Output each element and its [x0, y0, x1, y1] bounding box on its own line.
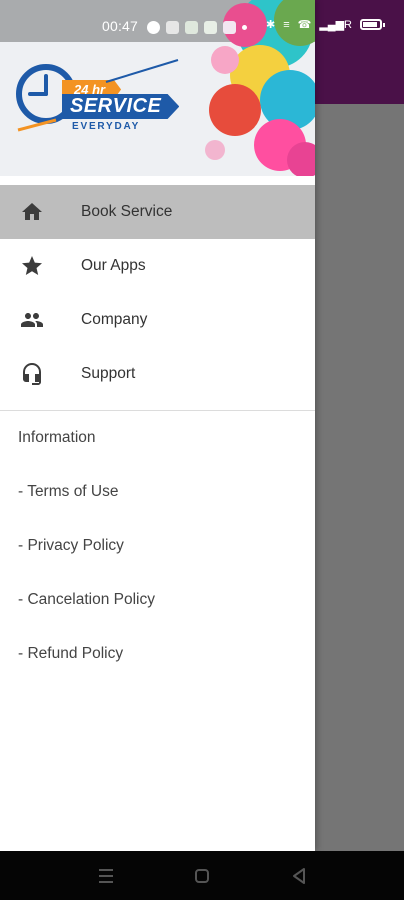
system-icons: ✱ ≡ ☎ ▂▄▆R [265, 18, 385, 31]
status-bar: 00:47 ✱ ≡ ☎ ▂▄▆R [0, 0, 404, 42]
home-button-icon[interactable] [191, 865, 213, 887]
vibrate-icon: ≡ [283, 18, 290, 31]
star-icon [22, 256, 42, 275]
menu-item-label: Support [81, 365, 136, 382]
system-navigation-bar [0, 851, 404, 900]
information-heading: Information [18, 429, 96, 446]
logo-swoosh [105, 59, 179, 83]
recent-apps-icon[interactable] [95, 865, 117, 887]
menu-item-support[interactable]: Support [0, 347, 315, 401]
service-logo: 24 hr SERVICE EVERYDAY [16, 54, 186, 146]
menu-item-company[interactable]: Company [0, 293, 315, 347]
signal-label: R [344, 19, 352, 31]
link-refund-policy[interactable]: - Refund Policy [18, 627, 308, 681]
menu-item-label: Company [81, 311, 148, 328]
link-terms-of-use[interactable]: - Terms of Use [18, 465, 308, 519]
call-icon: ☎ [297, 19, 312, 31]
logo-title: SERVICE [62, 94, 180, 119]
menu-item-book-service[interactable]: Book Service [0, 185, 315, 239]
status-time: 00:47 [102, 18, 139, 34]
home-icon [22, 203, 42, 220]
chat-notification-icon [166, 20, 179, 34]
navigation-drawer: 24 hr SERVICE EVERYDAY Book Service Our … [0, 0, 315, 851]
menu-item-label: Book Service [81, 203, 173, 220]
more-dot-icon [242, 24, 247, 30]
link-cancelation-policy[interactable]: - Cancelation Policy [18, 573, 308, 627]
bluetooth-icon: ✱ [265, 19, 276, 31]
link-privacy-policy[interactable]: - Privacy Policy [18, 519, 308, 573]
menu-item-label: Our Apps [81, 257, 146, 274]
menu-item-our-apps[interactable]: Our Apps [0, 239, 315, 293]
logo-tagline: EVERYDAY [72, 121, 141, 132]
battery-icon [360, 19, 385, 30]
message-notification-icon [185, 20, 198, 34]
headset-icon [23, 363, 41, 385]
signal-icon: ▂▄▆R [319, 19, 352, 31]
app-notification-icon [223, 20, 236, 34]
back-icon[interactable] [288, 865, 310, 887]
people-icon [21, 313, 43, 327]
shield-notification-icon [204, 20, 217, 34]
notification-icons [147, 19, 247, 35]
app-notification-icon [147, 20, 160, 34]
